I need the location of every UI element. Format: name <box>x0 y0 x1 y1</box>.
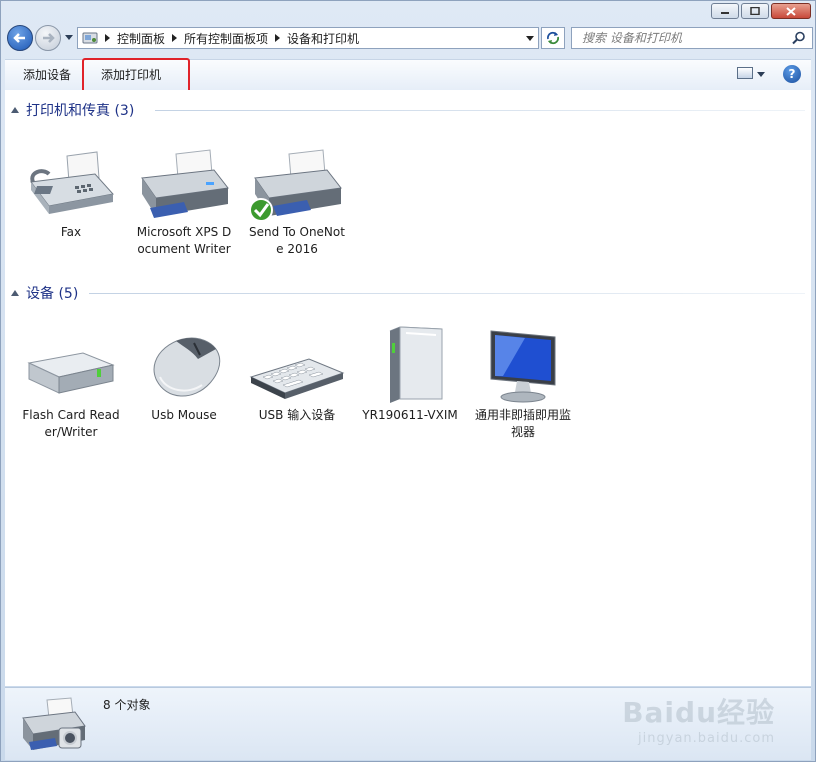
drive-icon <box>23 325 119 405</box>
device-label: YR190611-VXIM <box>362 408 458 422</box>
device-item-monitor[interactable]: 通用非即插即用监视器 <box>473 325 573 441</box>
breadcrumb-separator-icon <box>105 34 110 42</box>
control-panel-icon <box>82 32 98 44</box>
breadcrumb-control-panel[interactable]: 控制面板 <box>117 30 165 47</box>
device-label: Flash Card Reader/Writer <box>22 408 120 439</box>
breadcrumb-separator-icon <box>275 34 281 42</box>
search-icon[interactable] <box>792 31 806 45</box>
add-device-button[interactable]: 添加设备 <box>23 66 71 84</box>
explorer-window: 控制面板 所有控制面板项 设备和打印机 添加设备 添加打印机 <box>0 0 816 762</box>
search-box[interactable] <box>571 27 813 49</box>
breadcrumb-separator-icon <box>172 34 178 42</box>
device-item-usb-mouse[interactable]: Usb Mouse <box>134 325 234 424</box>
device-label: 通用非即插即用监视器 <box>474 408 571 439</box>
keyboard-icon <box>249 325 345 405</box>
device-item-flash-card-reader[interactable]: Flash Card Reader/Writer <box>21 325 121 441</box>
devices-content-pane: 打印机和传真 (3) Fax Microsoft XPS Document Wr… <box>5 90 811 686</box>
mouse-icon <box>136 325 232 405</box>
group-divider <box>155 110 805 111</box>
maximize-button[interactable] <box>741 3 769 19</box>
refresh-button[interactable] <box>541 27 565 49</box>
minimize-button[interactable] <box>711 3 739 19</box>
address-bar[interactable]: 控制面板 所有控制面板项 设备和打印机 <box>77 27 539 49</box>
search-input[interactable] <box>580 30 784 46</box>
address-history-dropdown[interactable] <box>526 36 534 41</box>
device-item-usb-input[interactable]: USB 输入设备 <box>247 325 347 424</box>
device-label: Fax <box>60 225 82 239</box>
forward-button[interactable] <box>35 25 61 51</box>
watermark: Baidu经验 jingyan.baidu.com <box>622 691 775 746</box>
collapse-arrow-icon[interactable] <box>11 290 19 296</box>
annotation-highlight-box <box>82 58 190 94</box>
device-item-fax[interactable]: Fax <box>21 142 121 241</box>
device-label: USB 输入设备 <box>258 408 336 422</box>
close-icon <box>786 6 796 16</box>
printer-icon <box>136 142 232 222</box>
collapse-arrow-icon[interactable] <box>11 107 19 113</box>
help-button[interactable]: ? <box>783 65 801 83</box>
arrow-left-icon <box>13 33 25 43</box>
caption-buttons <box>711 3 811 19</box>
device-item-computer[interactable]: YR190611-VXIM <box>360 325 460 424</box>
devices-group-header[interactable]: 设备 (5) <box>11 283 78 303</box>
printers-group-header[interactable]: 打印机和传真 (3) <box>11 100 134 120</box>
back-button[interactable] <box>7 25 33 51</box>
device-label: Microsoft XPS Document Writer <box>136 225 232 256</box>
arrow-right-icon <box>43 33 55 43</box>
device-item-xps-writer[interactable]: Microsoft XPS Document Writer <box>134 142 234 258</box>
device-label: Usb Mouse <box>151 408 217 422</box>
change-view-icon[interactable] <box>737 67 753 79</box>
close-button[interactable] <box>771 3 811 19</box>
object-count: 8 个对象 <box>103 698 151 712</box>
device-item-send-to-onenote[interactable]: Send To OneNote 2016 <box>247 142 347 258</box>
watermark-url: jingyan.baidu.com <box>638 731 775 746</box>
breadcrumb-all-items[interactable]: 所有控制面板项 <box>184 30 268 47</box>
recent-pages-dropdown[interactable] <box>65 35 73 40</box>
maximize-icon <box>750 7 760 15</box>
view-options-dropdown[interactable] <box>757 72 765 77</box>
device-label: Send To OneNote 2016 <box>249 225 345 256</box>
printer-camera-icon <box>19 694 89 756</box>
devices-group-title: 设备 (5) <box>26 286 79 302</box>
monitor-icon <box>475 325 571 405</box>
printers-group-title: 打印机和传真 (3) <box>26 103 135 119</box>
baidu-logo: Baidu经验 <box>622 696 775 729</box>
navigation-bar: 控制面板 所有控制面板项 设备和打印机 <box>5 23 813 55</box>
group-divider <box>89 293 805 294</box>
printer-default-icon <box>249 142 345 222</box>
computer-tower-icon <box>362 325 458 405</box>
breadcrumb-devices-printers[interactable]: 设备和打印机 <box>287 30 359 47</box>
refresh-icon <box>546 31 560 45</box>
fax-icon <box>23 142 119 222</box>
minimize-icon <box>721 12 729 14</box>
